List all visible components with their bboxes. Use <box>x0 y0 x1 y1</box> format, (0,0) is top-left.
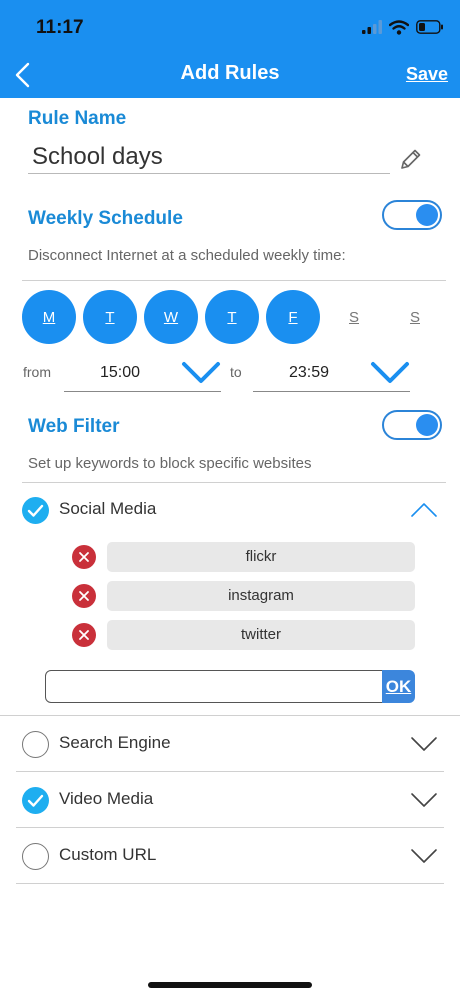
rule-name-input[interactable] <box>28 140 390 174</box>
toggle-knob <box>416 204 438 226</box>
divider <box>16 883 444 884</box>
keyword-chip: flickr <box>107 542 415 572</box>
day-saturday[interactable]: S <box>327 290 381 344</box>
to-time-select[interactable]: 23:59 <box>253 356 410 392</box>
status-time: 11:17 <box>36 17 84 38</box>
ok-button[interactable]: OK <box>382 670 415 703</box>
web-filter-description: Set up keywords to block specific websit… <box>28 455 312 472</box>
day-tuesday[interactable]: T <box>83 290 137 344</box>
chevron-up-icon[interactable] <box>410 500 438 520</box>
web-filter-label: Web Filter <box>28 416 120 437</box>
category-video-media[interactable]: Video Media <box>0 772 460 828</box>
signal-icon <box>362 20 382 34</box>
category-label: Social Media <box>59 499 157 518</box>
from-time-select[interactable]: 15:00 <box>64 356 221 392</box>
checkbox-checked[interactable] <box>22 497 49 524</box>
divider <box>22 280 446 281</box>
checkbox-checked[interactable] <box>22 787 49 814</box>
chevron-down-icon <box>371 362 409 383</box>
checkbox-unchecked[interactable] <box>22 731 49 758</box>
category-custom-url[interactable]: Custom URL <box>0 828 460 884</box>
wifi-icon <box>389 19 409 35</box>
page-title: Add Rules <box>180 62 280 84</box>
toggle-knob <box>416 414 438 436</box>
keyword-chip: instagram <box>107 581 415 611</box>
from-time-value: 15:00 <box>100 364 141 381</box>
category-social-media[interactable]: Social Media <box>0 482 460 538</box>
keyword-input[interactable] <box>45 670 383 703</box>
day-friday[interactable]: F <box>266 290 320 344</box>
category-label: Custom URL <box>59 845 157 864</box>
home-indicator[interactable] <box>148 982 312 988</box>
checkbox-unchecked[interactable] <box>22 843 49 870</box>
check-icon <box>27 504 44 517</box>
from-label: from <box>23 364 51 380</box>
day-monday[interactable]: M <box>22 290 76 344</box>
day-thursday[interactable]: T <box>205 290 259 344</box>
weekly-schedule-label: Weekly Schedule <box>28 208 183 229</box>
check-icon <box>27 794 44 807</box>
top-bar: 11:17 Add Rules Save <box>0 0 460 98</box>
category-search-engine[interactable]: Search Engine <box>0 716 460 772</box>
day-wednesday[interactable]: W <box>144 290 198 344</box>
to-label: to <box>230 364 242 380</box>
close-icon <box>79 552 89 562</box>
remove-keyword-button[interactable] <box>72 623 96 647</box>
web-filter-toggle[interactable] <box>382 410 442 440</box>
chevron-down-icon[interactable] <box>410 734 438 754</box>
pencil-icon[interactable] <box>396 146 424 174</box>
to-time-value: 23:59 <box>289 364 330 381</box>
remove-keyword-button[interactable] <box>72 584 96 608</box>
chevron-down-icon <box>182 362 220 383</box>
day-selector: M T W T F S S <box>22 290 442 344</box>
weekly-schedule-toggle[interactable] <box>382 200 442 230</box>
day-sunday[interactable]: S <box>388 290 442 344</box>
battery-icon <box>416 20 443 34</box>
category-label: Search Engine <box>59 733 171 752</box>
weekly-schedule-description: Disconnect Internet at a scheduled weekl… <box>28 247 346 264</box>
close-icon <box>79 630 89 640</box>
keyword-chip: twitter <box>107 620 415 650</box>
rule-name-label: Rule Name <box>28 108 127 129</box>
chevron-down-icon[interactable] <box>410 790 438 810</box>
remove-keyword-button[interactable] <box>72 545 96 569</box>
category-label: Video Media <box>59 789 154 808</box>
save-button[interactable]: Save <box>406 64 448 85</box>
status-icons <box>362 16 444 38</box>
chevron-down-icon[interactable] <box>410 846 438 866</box>
close-icon <box>79 591 89 601</box>
